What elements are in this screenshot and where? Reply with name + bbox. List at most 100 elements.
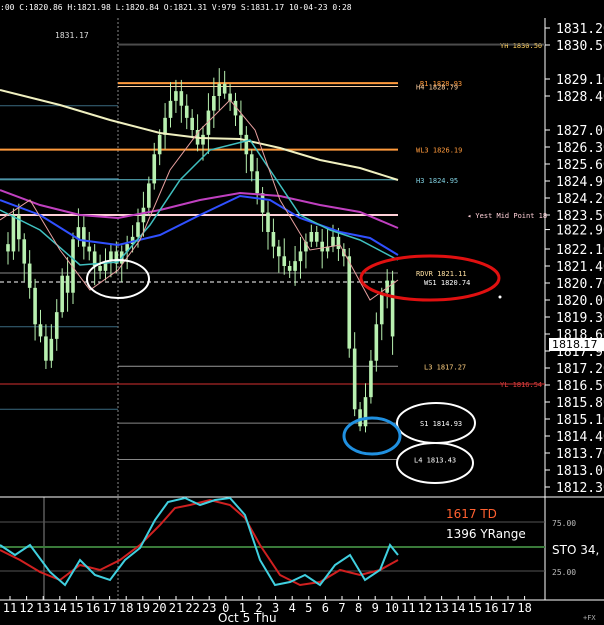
candle-body xyxy=(255,171,259,194)
td-label: 1617 TD xyxy=(446,507,497,521)
candle-body xyxy=(347,256,352,349)
time-tick-label: 13 xyxy=(36,601,50,615)
candle-body xyxy=(98,266,102,271)
time-tick-label: 20 xyxy=(152,601,166,615)
price-tick-label: 1825.60 xyxy=(556,158,604,173)
rdvr-level-label: RDVR 1821.11 xyxy=(416,270,467,278)
marker-dot xyxy=(498,295,502,299)
candle-body xyxy=(87,246,92,252)
candle-body xyxy=(152,154,157,184)
price-tick-label: 1829.10 xyxy=(556,73,604,88)
sto-axis-25: 25.00 xyxy=(552,568,576,577)
price-tick-label: 1815.80 xyxy=(556,396,604,411)
candle-body xyxy=(22,239,27,264)
time-tick-label: 23 xyxy=(202,601,216,615)
candle-body xyxy=(212,96,216,111)
candle-body xyxy=(266,212,270,232)
candle-body xyxy=(239,115,243,135)
price-tick-label: 1817.20 xyxy=(556,362,604,377)
time-tick-label: 16 xyxy=(86,601,100,615)
candle-body xyxy=(369,360,373,398)
l3-level-label: L3 1817.27 xyxy=(424,363,466,371)
candle-body xyxy=(190,117,194,130)
current-price-tag: 1818.17 xyxy=(549,338,604,351)
top-price-label: 1831.17 xyxy=(55,31,89,40)
corner-label: +FX xyxy=(583,614,596,622)
wl3-level-label: WL3 1826.19 xyxy=(416,147,462,155)
candle-body xyxy=(217,83,222,96)
date-label: Oct 5 Thu xyxy=(218,611,277,625)
candle-body xyxy=(54,312,59,339)
candle-body xyxy=(309,232,314,242)
time-tick-label: 14 xyxy=(451,601,465,615)
time-tick-label: 18 xyxy=(517,601,531,615)
candle-body xyxy=(11,215,16,252)
time-tick-label: 18 xyxy=(119,601,133,615)
candle-body xyxy=(222,83,227,94)
candle-body xyxy=(147,183,151,208)
l4-level-label: L4 1813.43 xyxy=(414,457,456,465)
price-tick-label: 1824.90 xyxy=(556,175,604,190)
candle-body xyxy=(293,261,297,271)
time-tick-label: 12 xyxy=(418,601,432,615)
candle-body xyxy=(244,134,249,155)
candle-body xyxy=(379,292,384,325)
yest-mid-level-label: ◂ Yest Mid Point 18 xyxy=(467,212,547,220)
price-tick-label: 1821.40 xyxy=(556,260,604,275)
candle-body xyxy=(363,397,368,427)
h3-level-label: H3 1824.95 xyxy=(416,177,458,185)
candle-body xyxy=(336,236,341,249)
price-tick-label: 1831.20 xyxy=(556,22,604,37)
time-tick-label: 17 xyxy=(501,601,515,615)
candle-body xyxy=(60,275,64,313)
candle-body xyxy=(314,232,319,242)
price-tick-label: 1812.30 xyxy=(556,481,604,496)
h4-level-label: H4 1828.79 xyxy=(416,84,458,92)
candle-body xyxy=(27,263,32,288)
time-tick-label: 4 xyxy=(289,601,296,615)
time-tick-label: 16 xyxy=(484,601,498,615)
time-tick-label: 21 xyxy=(169,601,183,615)
price-tick-label: 1820.00 xyxy=(556,294,604,309)
header-ohlc: :00 C:1820.86 H:1821.98 L:1820.84 O:1821… xyxy=(0,3,352,12)
price-tick-label: 1816.50 xyxy=(556,379,604,394)
yh-level-label: YH 1830.50 xyxy=(500,42,542,50)
time-tick-label: 22 xyxy=(185,601,199,615)
price-tick-label: 1823.50 xyxy=(556,209,604,224)
ma-magenta xyxy=(0,189,399,229)
candle-body xyxy=(38,324,43,337)
candle-body xyxy=(320,241,324,252)
candle-body xyxy=(82,227,86,247)
candle-body xyxy=(374,324,379,361)
time-tick-label: 10 xyxy=(385,601,399,615)
time-tick-label: 19 xyxy=(136,601,150,615)
time-tick-label: 11 xyxy=(401,601,415,615)
chart-header: :00 C:1820.86 H:1821.98 L:1820.84 O:1821… xyxy=(0,0,604,18)
time-tick-label: 14 xyxy=(53,601,67,615)
time-tick-label: 15 xyxy=(468,601,482,615)
price-tick-label: 1820.70 xyxy=(556,277,604,292)
ws1-level-label: WS1 1820.74 xyxy=(424,279,470,287)
price-tick-label: 1828.40 xyxy=(556,90,604,105)
price-tick-label: 1826.30 xyxy=(556,141,604,156)
candle-body xyxy=(271,232,276,247)
yl-level-label: YL 1816.54 xyxy=(500,381,542,389)
time-tick-label: 9 xyxy=(372,601,379,615)
price-tick-label: 1824.20 xyxy=(556,192,604,207)
candle-body xyxy=(352,348,357,410)
price-tick-label: 1830.50 xyxy=(556,39,604,54)
candle-body xyxy=(260,193,265,213)
time-tick-label: 15 xyxy=(69,601,83,615)
candle-body xyxy=(141,207,146,223)
candle-body xyxy=(298,251,303,262)
candle-body xyxy=(163,117,167,135)
candle-body xyxy=(44,336,48,361)
yrange-label: 1396 YRange xyxy=(446,527,526,541)
candle-body xyxy=(282,256,287,266)
time-tick-label: 5 xyxy=(305,601,312,615)
price-tick-label: 1813.00 xyxy=(556,464,604,479)
candle-body xyxy=(6,244,10,252)
price-tick-label: 1814.40 xyxy=(556,430,604,445)
price-tick-label: 1822.10 xyxy=(556,243,604,258)
candle-body xyxy=(277,246,281,257)
